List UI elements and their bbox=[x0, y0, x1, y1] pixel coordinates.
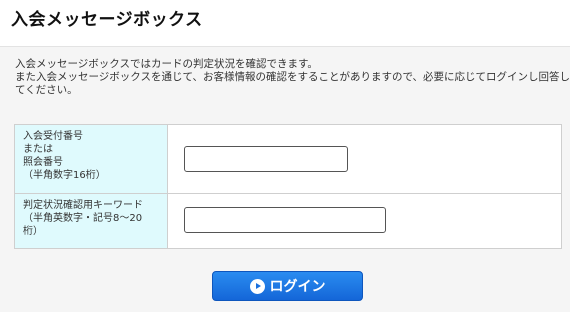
label-line: 桁） bbox=[23, 226, 43, 237]
login-button[interactable]: ログイン bbox=[212, 271, 363, 301]
description-line: また入会メッセージボックスを通じて、お客様情報の確認をすることがありますので、必… bbox=[15, 71, 570, 83]
description-line: てください。 bbox=[15, 84, 78, 96]
label-line: 入会受付番号 bbox=[23, 131, 83, 142]
page-title: 入会メッセージボックス bbox=[11, 10, 203, 30]
description-line: 入会メッセージボックスではカードの判定状況を確認できます。 bbox=[15, 58, 318, 70]
label-line: 照会番号 bbox=[23, 157, 63, 168]
keyword-input[interactable] bbox=[184, 207, 386, 233]
application-number-label: 入会受付番号 または 照会番号 （半角数字16桁） bbox=[15, 125, 168, 193]
label-line: （半角英数字・記号8〜20 bbox=[23, 213, 143, 224]
page-header: 入会メッセージボックス bbox=[0, 0, 570, 36]
keyword-label: 判定状況確認用キーワード （半角英数字・記号8〜20 桁） bbox=[15, 194, 168, 248]
form-row-keyword: 判定状況確認用キーワード （半角英数字・記号8〜20 桁） bbox=[15, 194, 561, 248]
form-row-application-number: 入会受付番号 または 照会番号 （半角数字16桁） bbox=[15, 125, 561, 194]
login-form-table: 入会受付番号 または 照会番号 （半角数字16桁） 判定状況確認用キーワード （… bbox=[14, 124, 562, 249]
login-button-label: ログイン bbox=[269, 279, 326, 295]
application-number-input[interactable] bbox=[184, 146, 348, 172]
description-text: 入会メッセージボックスではカードの判定状況を確認できます。 また入会メッセージボ… bbox=[15, 58, 570, 97]
circle-arrow-right-icon bbox=[249, 278, 265, 294]
label-line: または bbox=[23, 144, 53, 155]
label-line: 判定状況確認用キーワード bbox=[23, 200, 143, 211]
label-line: （半角数字16桁） bbox=[23, 170, 106, 181]
